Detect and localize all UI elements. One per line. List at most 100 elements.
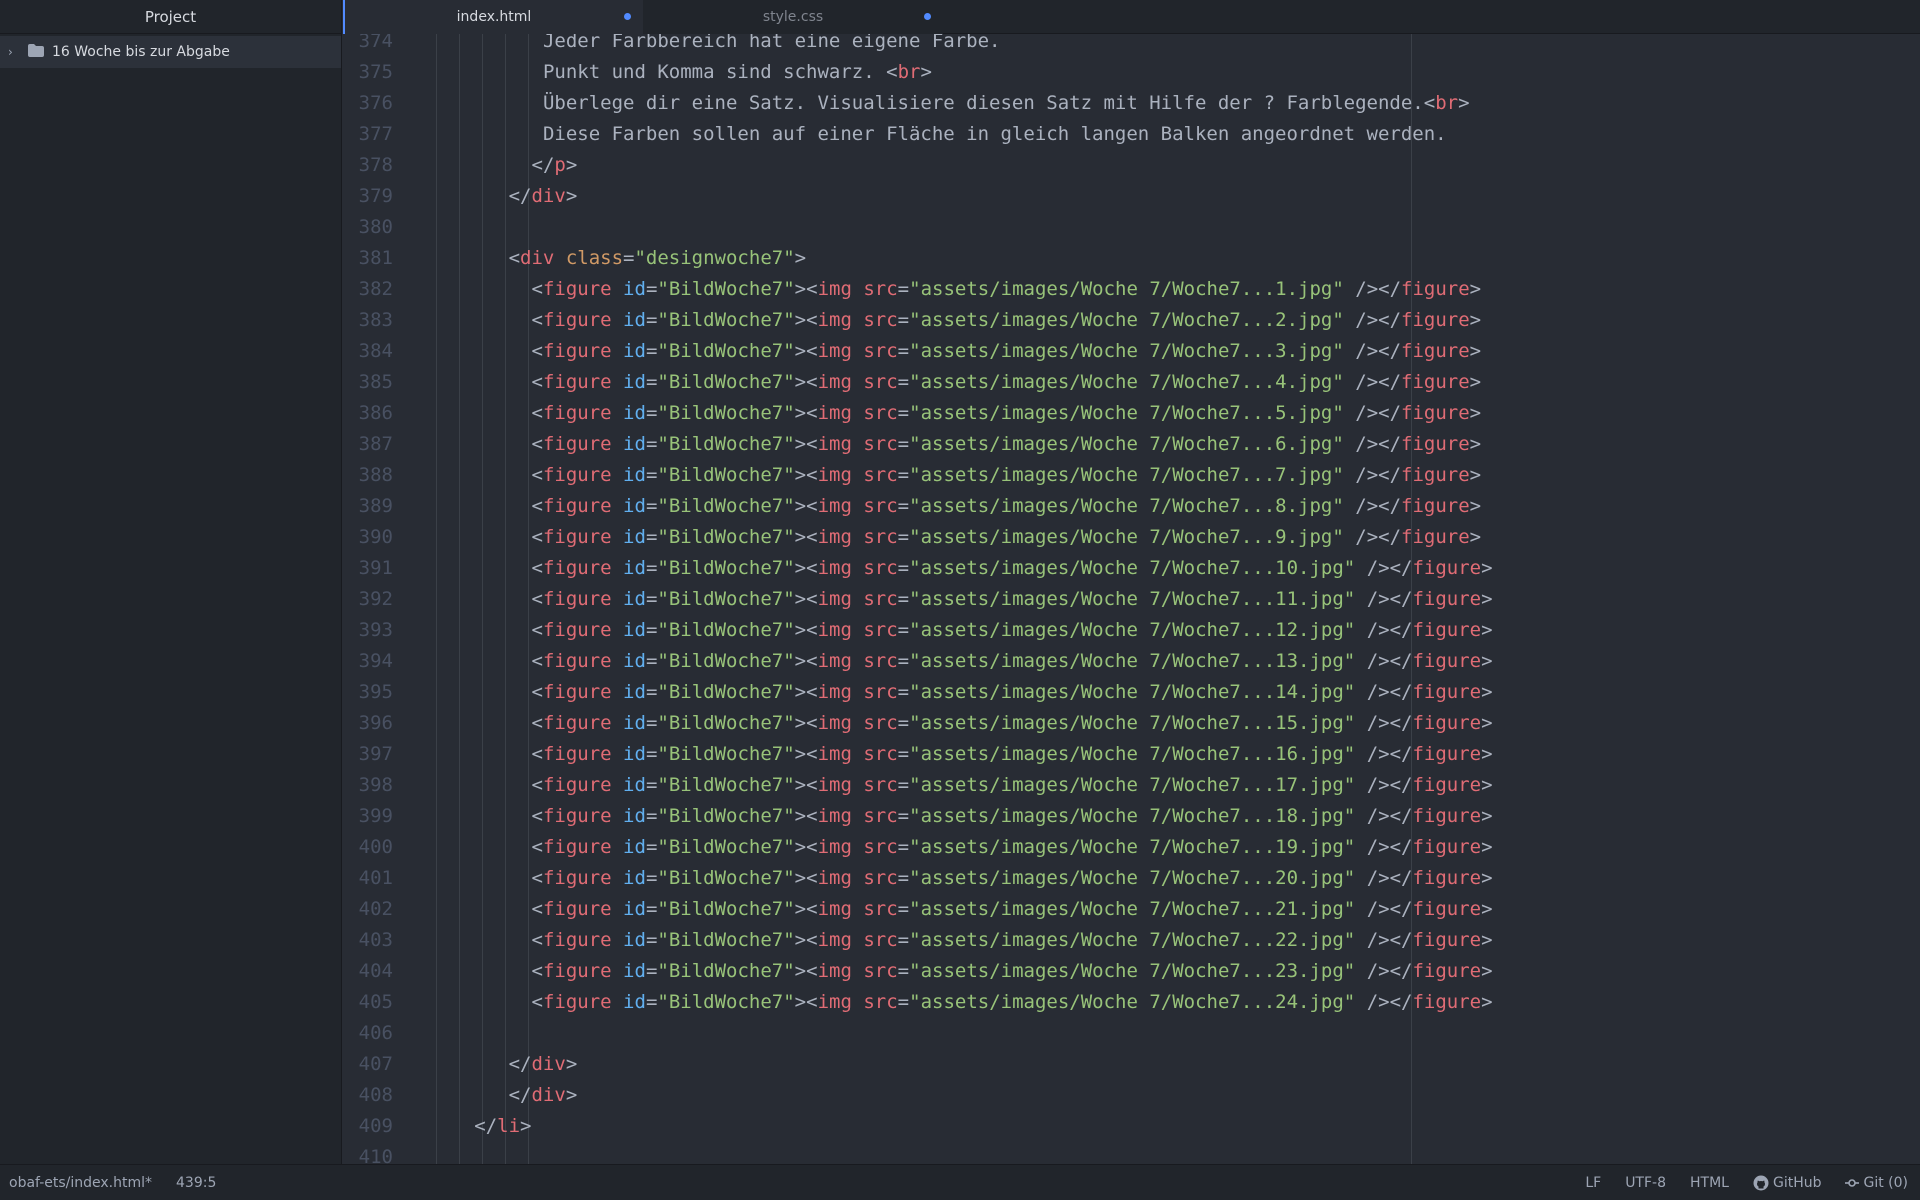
line-number[interactable]: 408 — [343, 1084, 393, 1106]
line-number[interactable]: 391 — [343, 557, 393, 579]
code-line[interactable]: 392 <figure id="BildWoche7"><img src="ass… — [343, 583, 1920, 614]
code-line[interactable]: 382 <figure id="BildWoche7"><img src="ass… — [343, 273, 1920, 304]
line-number[interactable]: 382 — [343, 278, 393, 300]
code-line[interactable]: 375 Punkt und Komma sind schwarz. <br> — [343, 56, 1920, 87]
chevron-right-icon[interactable]: › — [8, 45, 22, 59]
code-line[interactable]: 386 <figure id="BildWoche7"><img src="ass… — [343, 397, 1920, 428]
code-line[interactable]: 389 <figure id="BildWoche7"><img src="ass… — [343, 490, 1920, 521]
code-line[interactable]: 394 <figure id="BildWoche7"><img src="ass… — [343, 645, 1920, 676]
code-editor[interactable]: 374 Jeder Farbbereich hat eine eigene Far… — [343, 34, 1920, 1164]
code-line[interactable]: 380 — [343, 211, 1920, 242]
tree-item-project-root[interactable]: › 16 Woche bis zur Abgabe — [0, 36, 341, 68]
modified-indicator-icon[interactable] — [924, 13, 931, 20]
code-line[interactable]: 400 <figure id="BildWoche7"><img src="ass… — [343, 831, 1920, 862]
line-number[interactable]: 386 — [343, 402, 393, 424]
line-number[interactable]: 395 — [343, 681, 393, 703]
code-line[interactable]: 391 <figure id="BildWoche7"><img src="ass… — [343, 552, 1920, 583]
code-token: </ — [531, 153, 555, 176]
line-number[interactable]: 376 — [343, 92, 393, 114]
code-line[interactable]: 388 <figure id="BildWoche7"><img src="ass… — [343, 459, 1920, 490]
code-line[interactable]: 407 </div> — [343, 1048, 1920, 1079]
code-line[interactable]: 374 Jeder Farbbereich hat eine eigene Far… — [343, 34, 1920, 56]
line-number[interactable]: 383 — [343, 309, 393, 331]
modified-indicator-icon[interactable] — [624, 13, 631, 20]
code-line[interactable]: 390 <figure id="BildWoche7"><img src="ass… — [343, 521, 1920, 552]
line-number[interactable]: 401 — [343, 867, 393, 889]
tree-view-title[interactable]: Project — [0, 0, 341, 34]
line-number[interactable]: 404 — [343, 960, 393, 982]
code-token: img — [817, 494, 852, 517]
line-number[interactable]: 385 — [343, 371, 393, 393]
line-content: <figure id="BildWoche7"><img src="assets… — [532, 712, 1493, 734]
line-number[interactable]: 389 — [343, 495, 393, 517]
code-token: "BildWoche7" — [657, 742, 795, 765]
line-number[interactable]: 402 — [343, 898, 393, 920]
line-number[interactable]: 378 — [343, 154, 393, 176]
line-number[interactable]: 374 — [343, 34, 393, 52]
code-line[interactable]: 401 <figure id="BildWoche7"><img src="ass… — [343, 862, 1920, 893]
line-number[interactable]: 381 — [343, 247, 393, 269]
line-number[interactable]: 398 — [343, 774, 393, 796]
code-line[interactable]: 409 </li> — [343, 1110, 1920, 1141]
code-line[interactable]: 378 </p> — [343, 149, 1920, 180]
status-git[interactable]: Git (0) — [1845, 1175, 1908, 1191]
line-number[interactable]: 405 — [343, 991, 393, 1013]
line-number[interactable]: 380 — [343, 216, 393, 238]
line-number[interactable]: 403 — [343, 929, 393, 951]
code-line[interactable]: 383 <figure id="BildWoche7"><img src="ass… — [343, 304, 1920, 335]
code-line[interactable]: 404 <figure id="BildWoche7"><img src="ass… — [343, 955, 1920, 986]
code-token: id — [623, 556, 646, 579]
code-line[interactable]: 395 <figure id="BildWoche7"><img src="ass… — [343, 676, 1920, 707]
code-line[interactable]: 397 <figure id="BildWoche7"><img src="ass… — [343, 738, 1920, 769]
code-line[interactable]: 379 </div> — [343, 180, 1920, 211]
line-number[interactable]: 379 — [343, 185, 393, 207]
tab-index-html[interactable]: index.html — [343, 0, 643, 34]
line-number[interactable]: 397 — [343, 743, 393, 765]
code-token: "assets/images/Woche 7/Woche7...4.jpg" — [909, 370, 1344, 393]
status-github[interactable]: GitHub — [1753, 1174, 1822, 1191]
code-line[interactable]: 410 — [343, 1141, 1920, 1165]
line-number[interactable]: 410 — [343, 1146, 393, 1165]
code-line[interactable]: 396 <figure id="BildWoche7"><img src="ass… — [343, 707, 1920, 738]
line-number[interactable]: 399 — [343, 805, 393, 827]
line-number[interactable]: 406 — [343, 1022, 393, 1044]
tab-style-css[interactable]: style.css — [643, 0, 943, 34]
code-token: img — [817, 835, 852, 858]
line-number[interactable]: 384 — [343, 340, 393, 362]
line-content: </li> — [474, 1115, 531, 1137]
line-number[interactable]: 377 — [343, 123, 393, 145]
status-file-path[interactable]: obaf-ets/index.html* — [9, 1175, 152, 1191]
code-line[interactable]: 402 <figure id="BildWoche7"><img src="ass… — [343, 893, 1920, 924]
code-token: "BildWoche7" — [657, 618, 795, 641]
code-line[interactable]: 398 <figure id="BildWoche7"><img src="ass… — [343, 769, 1920, 800]
status-line-ending[interactable]: LF — [1585, 1175, 1601, 1191]
code-line[interactable]: 393 <figure id="BildWoche7"><img src="ass… — [343, 614, 1920, 645]
code-line[interactable]: 387 <figure id="BildWoche7"><img src="ass… — [343, 428, 1920, 459]
status-cursor-position[interactable]: 439:5 — [176, 1175, 216, 1191]
line-number[interactable]: 387 — [343, 433, 393, 455]
status-github-label: GitHub — [1772, 1174, 1822, 1191]
line-number[interactable]: 393 — [343, 619, 393, 641]
code-line[interactable]: 385 <figure id="BildWoche7"><img src="ass… — [343, 366, 1920, 397]
code-line[interactable]: 403 <figure id="BildWoche7"><img src="ass… — [343, 924, 1920, 955]
status-grammar[interactable]: HTML — [1690, 1175, 1729, 1191]
code-line[interactable]: 381 <div class="designwoche7"> — [343, 242, 1920, 273]
line-number[interactable]: 396 — [343, 712, 393, 734]
code-line[interactable]: 408 </div> — [343, 1079, 1920, 1110]
line-number[interactable]: 375 — [343, 61, 393, 83]
line-number[interactable]: 390 — [343, 526, 393, 548]
line-number[interactable]: 392 — [343, 588, 393, 610]
code-line[interactable]: 376 Überlege dir eine Satz. Visualisiere … — [343, 87, 1920, 118]
status-encoding[interactable]: UTF-8 — [1625, 1175, 1666, 1191]
code-line[interactable]: 399 <figure id="BildWoche7"><img src="ass… — [343, 800, 1920, 831]
line-number[interactable]: 388 — [343, 464, 393, 486]
line-number[interactable]: 409 — [343, 1115, 393, 1137]
code-line[interactable]: 405 <figure id="BildWoche7"><img src="ass… — [343, 986, 1920, 1017]
code-line[interactable]: 377 Diese Farben sollen auf einer Fläche … — [343, 118, 1920, 149]
code-line[interactable]: 406 — [343, 1017, 1920, 1048]
line-number[interactable]: 407 — [343, 1053, 393, 1075]
line-number[interactable]: 400 — [343, 836, 393, 858]
line-number[interactable]: 394 — [343, 650, 393, 672]
code-line[interactable]: 384 <figure id="BildWoche7"><img src="ass… — [343, 335, 1920, 366]
